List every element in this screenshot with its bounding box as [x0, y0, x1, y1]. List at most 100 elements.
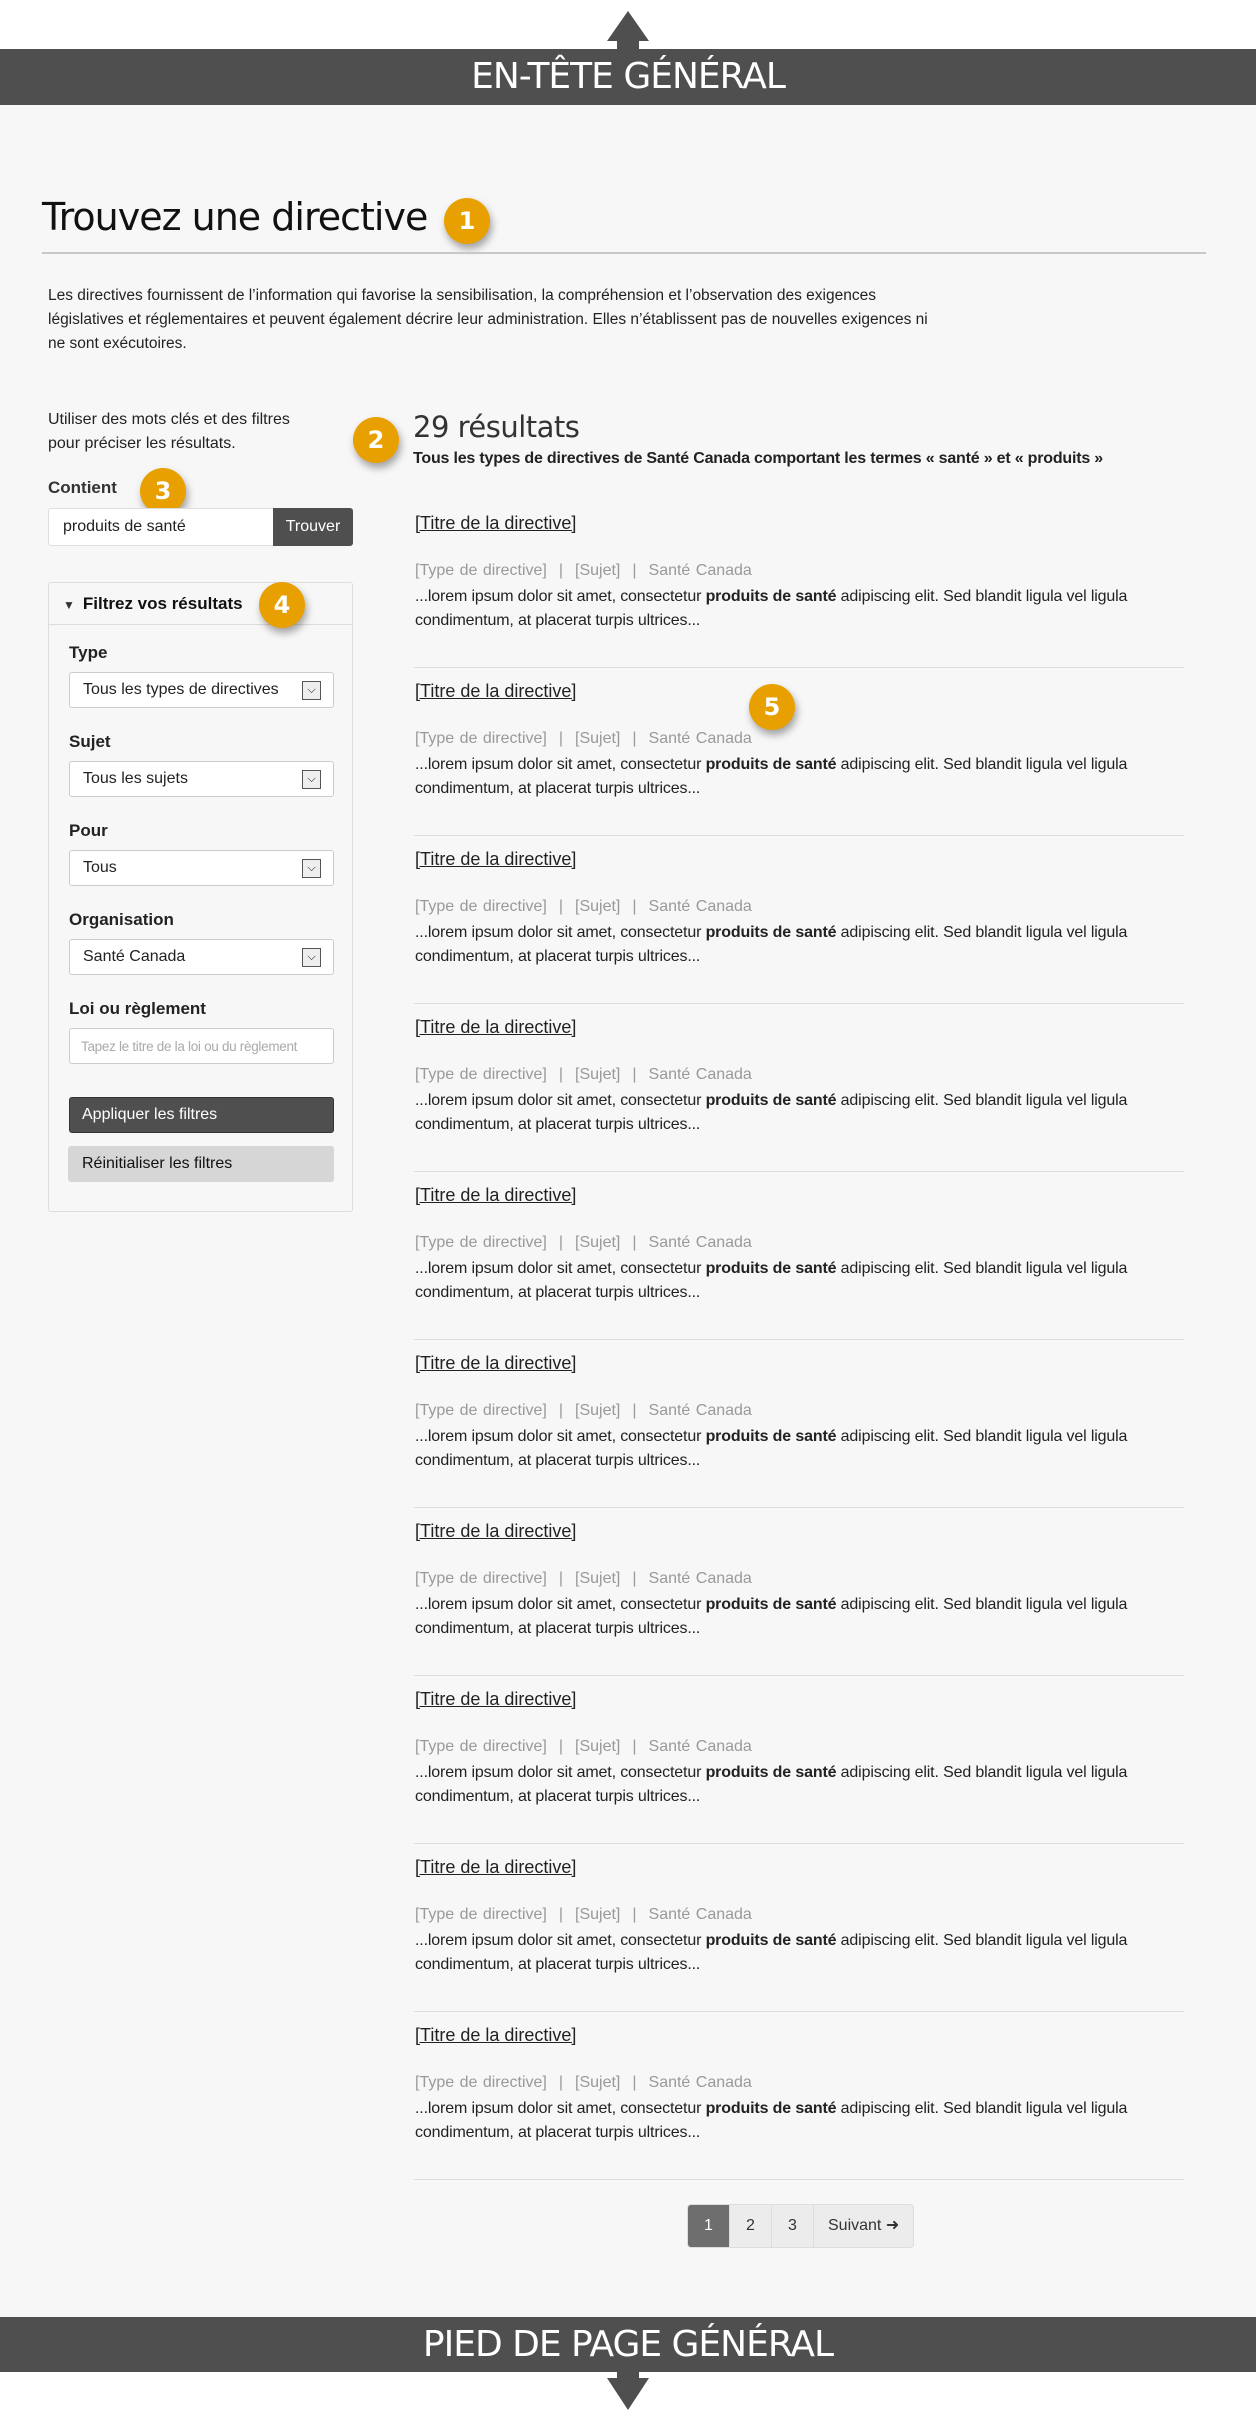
result-organization: Santé Canada	[648, 1738, 752, 1755]
result-item: [Titre de la directive] [Type de directiv…	[414, 1004, 1184, 1172]
result-title-link[interactable]: [Titre de la directive]	[415, 1521, 576, 1542]
result-meta: [Type de directive] | [Sujet] | Santé Canada	[415, 1570, 752, 1588]
annotation-badge-5: 5	[749, 684, 795, 730]
result-snippet: ...lorem ipsum dolor sit amet, consectet…	[415, 1425, 1190, 1473]
type-select[interactable]: Tous les types de directives ⌵	[69, 672, 334, 708]
chevron-down-icon: ⌵	[302, 770, 321, 789]
result-title-link[interactable]: [Titre de la directive]	[415, 1185, 576, 1206]
snippet-highlight: produits de santé	[705, 1092, 837, 1109]
result-subject: [Sujet]	[575, 562, 621, 579]
type-select-value: Tous les types de directives	[83, 681, 279, 698]
result-item: [Titre de la directive] [Type de directiv…	[414, 836, 1184, 1004]
result-title-link[interactable]: [Titre de la directive]	[415, 1689, 576, 1710]
result-item: [Titre de la directive] [Type de directiv…	[414, 1172, 1184, 1340]
result-type: [Type de directive]	[415, 1738, 547, 1755]
reset-filters-button[interactable]: Réinitialiser les filtres	[68, 1146, 334, 1182]
meta-separator: |	[632, 1066, 637, 1083]
snippet-text: ...lorem ipsum dolor sit amet, consectet…	[415, 1596, 706, 1613]
filter-panel-toggle[interactable]: ▼ Filtrez vos résultats	[49, 583, 352, 625]
subject-select[interactable]: Tous les sujets ⌵	[69, 761, 334, 797]
organization-select[interactable]: Santé Canada ⌵	[69, 939, 334, 975]
meta-separator: |	[558, 1570, 563, 1587]
snippet-text: ...lorem ipsum dolor sit amet, consectet…	[415, 1428, 706, 1445]
result-title-link[interactable]: [Titre de la directive]	[415, 2025, 576, 2046]
meta-separator: |	[632, 1234, 637, 1251]
result-snippet: ...lorem ipsum dolor sit amet, consectet…	[415, 921, 1190, 969]
result-title-link[interactable]: [Titre de la directive]	[415, 681, 576, 702]
snippet-text: ...lorem ipsum dolor sit amet, consectet…	[415, 588, 706, 605]
snippet-highlight: produits de santé	[705, 2100, 837, 2117]
snippet-highlight: produits de santé	[705, 1932, 837, 1949]
results-count: 29 résultats	[413, 410, 580, 444]
result-item: [Titre de la directive] [Type de directiv…	[414, 668, 1184, 836]
result-title-link[interactable]: [Titre de la directive]	[415, 1017, 576, 1038]
meta-separator: |	[632, 1738, 637, 1755]
snippet-highlight: produits de santé	[705, 588, 837, 605]
page-button-1[interactable]: 1	[688, 2205, 730, 2247]
page-button-2[interactable]: 2	[730, 2205, 772, 2247]
result-title-link[interactable]: [Titre de la directive]	[415, 1857, 576, 1878]
result-organization: Santé Canada	[648, 562, 752, 579]
result-organization: Santé Canada	[648, 1234, 752, 1251]
apply-filters-button[interactable]: Appliquer les filtres	[69, 1097, 334, 1133]
arrow-right-icon: ➜	[885, 2217, 900, 2234]
meta-separator: |	[632, 562, 637, 579]
meta-separator: |	[558, 1738, 563, 1755]
annotation-badge-2: 2	[353, 417, 399, 463]
snippet-text: ...lorem ipsum dolor sit amet, consectet…	[415, 1260, 706, 1277]
result-type: [Type de directive]	[415, 1402, 547, 1419]
result-type: [Type de directive]	[415, 562, 547, 579]
arrow-down-icon	[607, 2372, 649, 2410]
snippet-text: ...lorem ipsum dolor sit amet, consectet…	[415, 1932, 706, 1949]
subject-label: Sujet	[69, 732, 111, 751]
filter-panel: ▼ Filtrez vos résultats Type Tous les typ…	[48, 582, 353, 1212]
result-type: [Type de directive]	[415, 1066, 547, 1083]
snippet-text: ...lorem ipsum dolor sit amet, consectet…	[415, 1764, 706, 1781]
search-hint: Utiliser des mots clés et des filtres po…	[48, 411, 290, 452]
search-input[interactable]	[48, 508, 273, 546]
page-button-3[interactable]: 3	[772, 2205, 814, 2247]
snippet-text: ...lorem ipsum dolor sit amet, consectet…	[415, 756, 706, 773]
result-subject: [Sujet]	[575, 1906, 621, 1923]
result-subject: [Sujet]	[575, 730, 621, 747]
global-header-placeholder: EN-TÊTE GÉNÉRAL	[0, 49, 1256, 105]
global-footer-placeholder: PIED DE PAGE GÉNÉRAL	[0, 2317, 1256, 2373]
for-select[interactable]: Tous ⌵	[69, 850, 334, 886]
result-meta: [Type de directive] | [Sujet] | Santé Canada	[415, 1066, 752, 1084]
find-button[interactable]: Trouver	[273, 508, 353, 546]
result-title-link[interactable]: [Titre de la directive]	[415, 513, 576, 534]
meta-separator: |	[632, 1402, 637, 1419]
result-title-link[interactable]: [Titre de la directive]	[415, 1353, 576, 1374]
result-type: [Type de directive]	[415, 898, 547, 915]
snippet-highlight: produits de santé	[705, 924, 837, 941]
subject-select-value: Tous les sujets	[83, 770, 188, 787]
result-snippet: ...lorem ipsum dolor sit amet, consectet…	[415, 1593, 1190, 1641]
result-snippet: ...lorem ipsum dolor sit amet, consectet…	[415, 585, 1190, 633]
search-form: Trouver	[48, 508, 353, 546]
filter-heading: Filtrez vos résultats	[82, 594, 243, 613]
result-type: [Type de directive]	[415, 1234, 547, 1251]
result-snippet: ...lorem ipsum dolor sit amet, consectet…	[415, 1257, 1190, 1305]
type-label: Type	[69, 643, 108, 662]
law-input[interactable]	[69, 1028, 334, 1064]
result-title-link[interactable]: [Titre de la directive]	[415, 849, 576, 870]
snippet-text: ...lorem ipsum dolor sit amet, consectet…	[415, 2100, 706, 2117]
meta-separator: |	[558, 1402, 563, 1419]
next-label: Suivant	[828, 2217, 882, 2234]
title-divider	[42, 252, 1206, 254]
result-type: [Type de directive]	[415, 730, 547, 747]
result-type: [Type de directive]	[415, 1570, 547, 1587]
result-snippet: ...lorem ipsum dolor sit amet, consectet…	[415, 2097, 1190, 2145]
for-label: Pour	[69, 821, 108, 840]
result-meta: [Type de directive] | [Sujet] | Santé Canada	[415, 730, 752, 748]
annotation-badge-1: 1	[444, 198, 490, 244]
result-meta: [Type de directive] | [Sujet] | Santé Canada	[415, 2074, 752, 2092]
meta-separator: |	[558, 2074, 563, 2091]
next-page-button[interactable]: Suivant ➜	[814, 2205, 913, 2247]
meta-separator: |	[558, 1906, 563, 1923]
results-description: Tous les types de directives de Santé Ca…	[413, 450, 1103, 467]
intro-paragraph: Les directives fournissent de l’informat…	[48, 287, 928, 352]
result-meta: [Type de directive] | [Sujet] | Santé Canada	[415, 1402, 752, 1420]
organization-label: Organisation	[69, 910, 174, 929]
meta-separator: |	[558, 730, 563, 747]
